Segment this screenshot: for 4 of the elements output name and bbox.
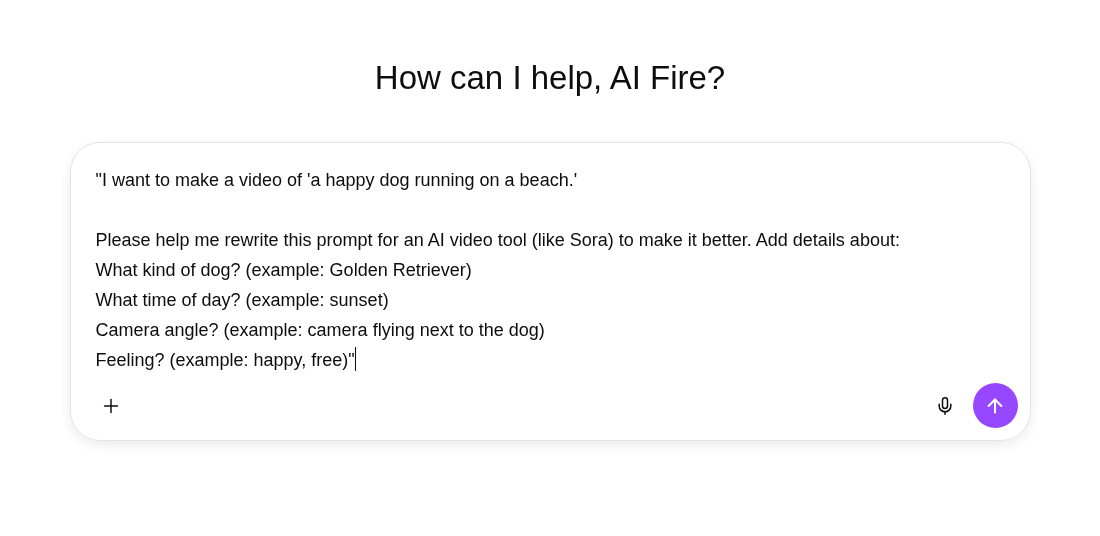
- text-cursor: [354, 347, 356, 371]
- prompt-field[interactable]: "I want to make a video of 'a happy dog running on a beach.' Please help me rewrite this prompt for an AI video tool (like Sora) to make it better. Add details about: What kind of dog? (example: Golden Retriever) What time of day? (example: sunset) Camera angle? (example: camera flying next to the dog) Feeling? (example: happy, free)": [95, 165, 1018, 375]
- page-heading: How can I help, AI Fire?: [374, 58, 726, 98]
- send-button[interactable]: [972, 383, 1018, 428]
